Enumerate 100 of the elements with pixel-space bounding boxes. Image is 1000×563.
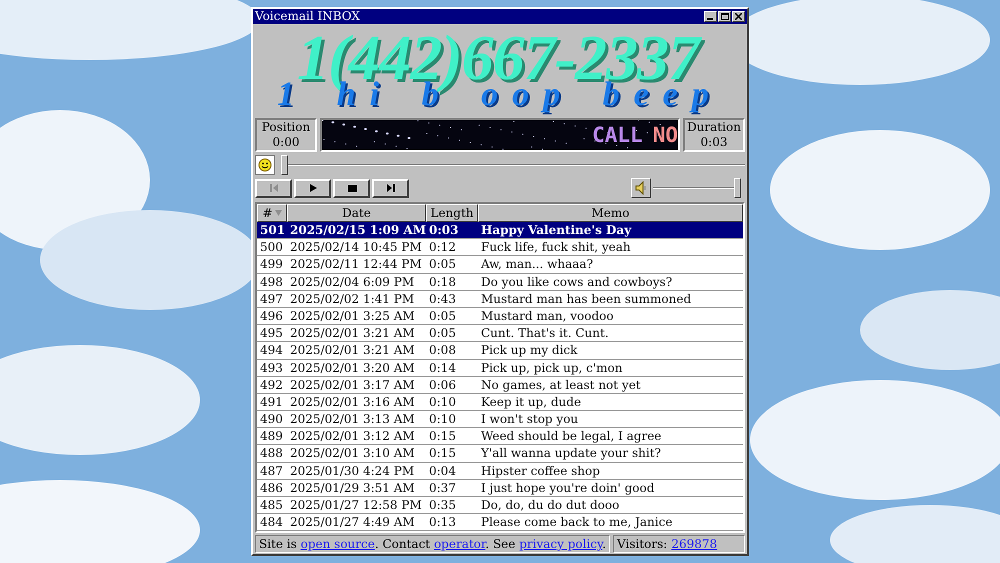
table-cell-text: 0:18 [428,274,457,290]
table-cell-text: 491 [259,394,284,410]
table-row[interactable]: 495 2025/02/01 3:21 AM 0:05 Cunt. That's it. Cunt. [257,325,743,342]
column-header[interactable]: # [257,204,287,222]
table-cell-text: 496 [259,308,284,324]
table-cell-text: 2025/01/27 12:58 PM [289,497,423,514]
table-cell-text: Hipster coffee shop [480,462,601,479]
marquee-text: NO [652,123,678,147]
table-cell-text: 2025/02/04 6:09 PM [289,274,416,290]
table-cell-text: 2025/02/01 3:21 AM [289,325,416,342]
table-cell-text: 0:15 [428,445,457,462]
notice-link[interactable]: open source [300,537,375,552]
table-cell-text: 0:06 [428,376,457,393]
table-cell-text: 0:37 [428,480,457,496]
notice-link[interactable]: privacy policy [519,537,602,552]
table-cell-text: I won't stop you [480,411,580,428]
table-cell-text: Fuck life, fuck shit, yeah [480,239,632,256]
notice-link[interactable]: operator [434,537,486,552]
column-header[interactable]: Length [426,204,478,222]
table-cell-text: 0:12 [428,239,457,256]
table-cell-text: 0:03 [428,222,460,238]
table-cell-text: 2025/02/15 1:09 AM [289,222,426,238]
table-row[interactable]: 486 2025/01/29 3:51 AM 0:37 I just hope you're doin' good [257,480,743,497]
table-cell-text: 497 [259,290,284,307]
table-row[interactable]: 498 2025/02/04 6:09 PM 0:18 Do you like cows and cowboys? [257,274,743,291]
table-cell-text: Aw, man... whaaa? [480,256,594,273]
table-cell-text: 2025/02/01 3:25 AM [289,308,416,324]
table-cell-text: 0:10 [428,411,457,428]
table-row[interactable]: 485 2025/01/27 12:58 PM 0:35 Do, do, du do dut dooo [257,497,743,514]
next-button[interactable] [372,178,409,198]
table-cell-text: Weed should be legal, I agree [480,428,662,444]
table-cell-text: 2025/02/01 3:21 AM [289,342,416,358]
table-cell-text: 0:05 [428,256,457,273]
table-cell-text: 2025/02/01 3:16 AM [289,394,416,410]
table-cell-text: Pick up my dick [480,342,578,358]
table-row[interactable]: 497 2025/02/02 1:41 PM 0:43 Mustard man has been summoned [257,290,743,308]
smiley-icon [255,155,275,175]
play-icon [308,183,318,193]
table-cell-text: 2025/01/30 4:24 PM [289,462,416,479]
table-cell-text: 487 [259,462,284,479]
table-row[interactable]: 494 2025/02/01 3:21 AM 0:08 Pick up my dick [257,342,743,360]
table-row[interactable]: 490 2025/02/01 3:13 AM 0:10 I won't stop you [257,411,743,428]
table-cell-text: Do you like cows and cowboys? [480,274,674,290]
table-cell-text: 2025/02/02 1:41 PM [289,290,416,307]
table-cell-text: 2025/02/01 3:17 AM [289,376,416,393]
table-cell-text: 486 [259,480,284,496]
table-cell-text: 0:14 [428,360,457,376]
table-row[interactable]: 501 2025/02/15 1:09 AM 0:03 Happy Valentine's Day [257,222,743,240]
duration-value: 0:03 [700,135,728,150]
table-cell-text: 495 [259,325,284,342]
table-cell-text: 0:05 [428,325,457,342]
volume-thumb[interactable] [734,178,741,198]
table-cell-text: 2025/02/14 10:45 PM [289,239,423,256]
stop-button[interactable] [333,178,370,198]
table-cell-text: Keep it up, dude [480,394,582,410]
table-cell-text: Do, do, du do dut dooo [480,497,620,514]
maximize-button[interactable] [718,11,731,22]
column-header[interactable]: Memo [478,204,743,222]
table-row[interactable]: 488 2025/02/01 3:10 AM 0:15 Y'all wanna update your shit? [257,445,743,463]
close-icon [735,13,742,20]
column-header[interactable]: Date [287,204,426,222]
site-notice: Site is open source. Contact operator. See privacy policy. [259,536,606,552]
skip-forward-icon [386,183,396,193]
table-cell-text: 484 [259,514,284,530]
seek-thumb[interactable] [281,155,288,175]
minimize-button[interactable] [704,11,717,22]
table-row[interactable]: 493 2025/02/01 3:20 AM 0:14 Pick up, pick up, c'mon [257,360,743,377]
window-title: Voicemail INBOX [255,9,360,24]
maximize-icon [720,13,728,20]
table-cell-text: 490 [259,411,284,428]
table-cell-text: I just hope you're doin' good [480,480,656,496]
seek-slider[interactable] [281,155,745,175]
table-row[interactable]: 496 2025/02/01 3:25 AM 0:05 Mustard man, voodoo [257,308,743,326]
table-row[interactable]: 500 2025/02/14 10:45 PM 0:12 Fuck life, fuck shit, yeah [257,239,743,256]
table-cell-text: 0:35 [428,497,457,514]
speaker-icon[interactable] [631,178,651,198]
table-cell-text: 2025/02/11 12:44 PM [289,256,423,273]
table-row[interactable]: 489 2025/02/01 3:12 AM 0:15 Weed should be legal, I agree [257,428,743,446]
table-cell-text: No games, at least not yet [480,376,642,393]
table-cell-text: Pick up, pick up, c'mon [480,360,624,376]
table-cell-text: 493 [259,360,284,376]
play-button[interactable] [294,178,331,198]
table-cell-text: 0:04 [428,462,457,479]
table-cell-text: 501 [259,222,286,238]
table-cell-text: 0:15 [428,428,457,444]
table-cell-text: 2025/01/27 4:49 AM [289,514,416,530]
table-cell-text: 494 [259,342,284,358]
table-row[interactable]: 492 2025/02/01 3:17 AM 0:06 No games, at least not yet [257,376,743,394]
table-row[interactable]: 487 2025/01/30 4:24 PM 0:04 Hipster coffee shop [257,462,743,480]
close-button[interactable] [732,11,745,22]
duration-label: Duration [687,120,741,135]
marquee-text: CALL [592,123,643,147]
position-label: Position [262,120,310,135]
visitors-count[interactable]: 269878 [671,536,718,552]
table-cell-text: Mustard man, voodoo [480,308,615,324]
table-row[interactable]: 484 2025/01/27 4:49 AM 0:13 Please come back to me, Janice [257,514,743,532]
table-row[interactable]: 499 2025/02/11 12:44 PM 0:05 Aw, man... whaaa? [257,256,743,274]
table-cell-text: 492 [259,376,284,393]
table-cell-text: 2025/02/01 3:10 AM [289,445,416,462]
table-row[interactable]: 491 2025/02/01 3:16 AM 0:10 Keep it up, dude [257,394,743,412]
